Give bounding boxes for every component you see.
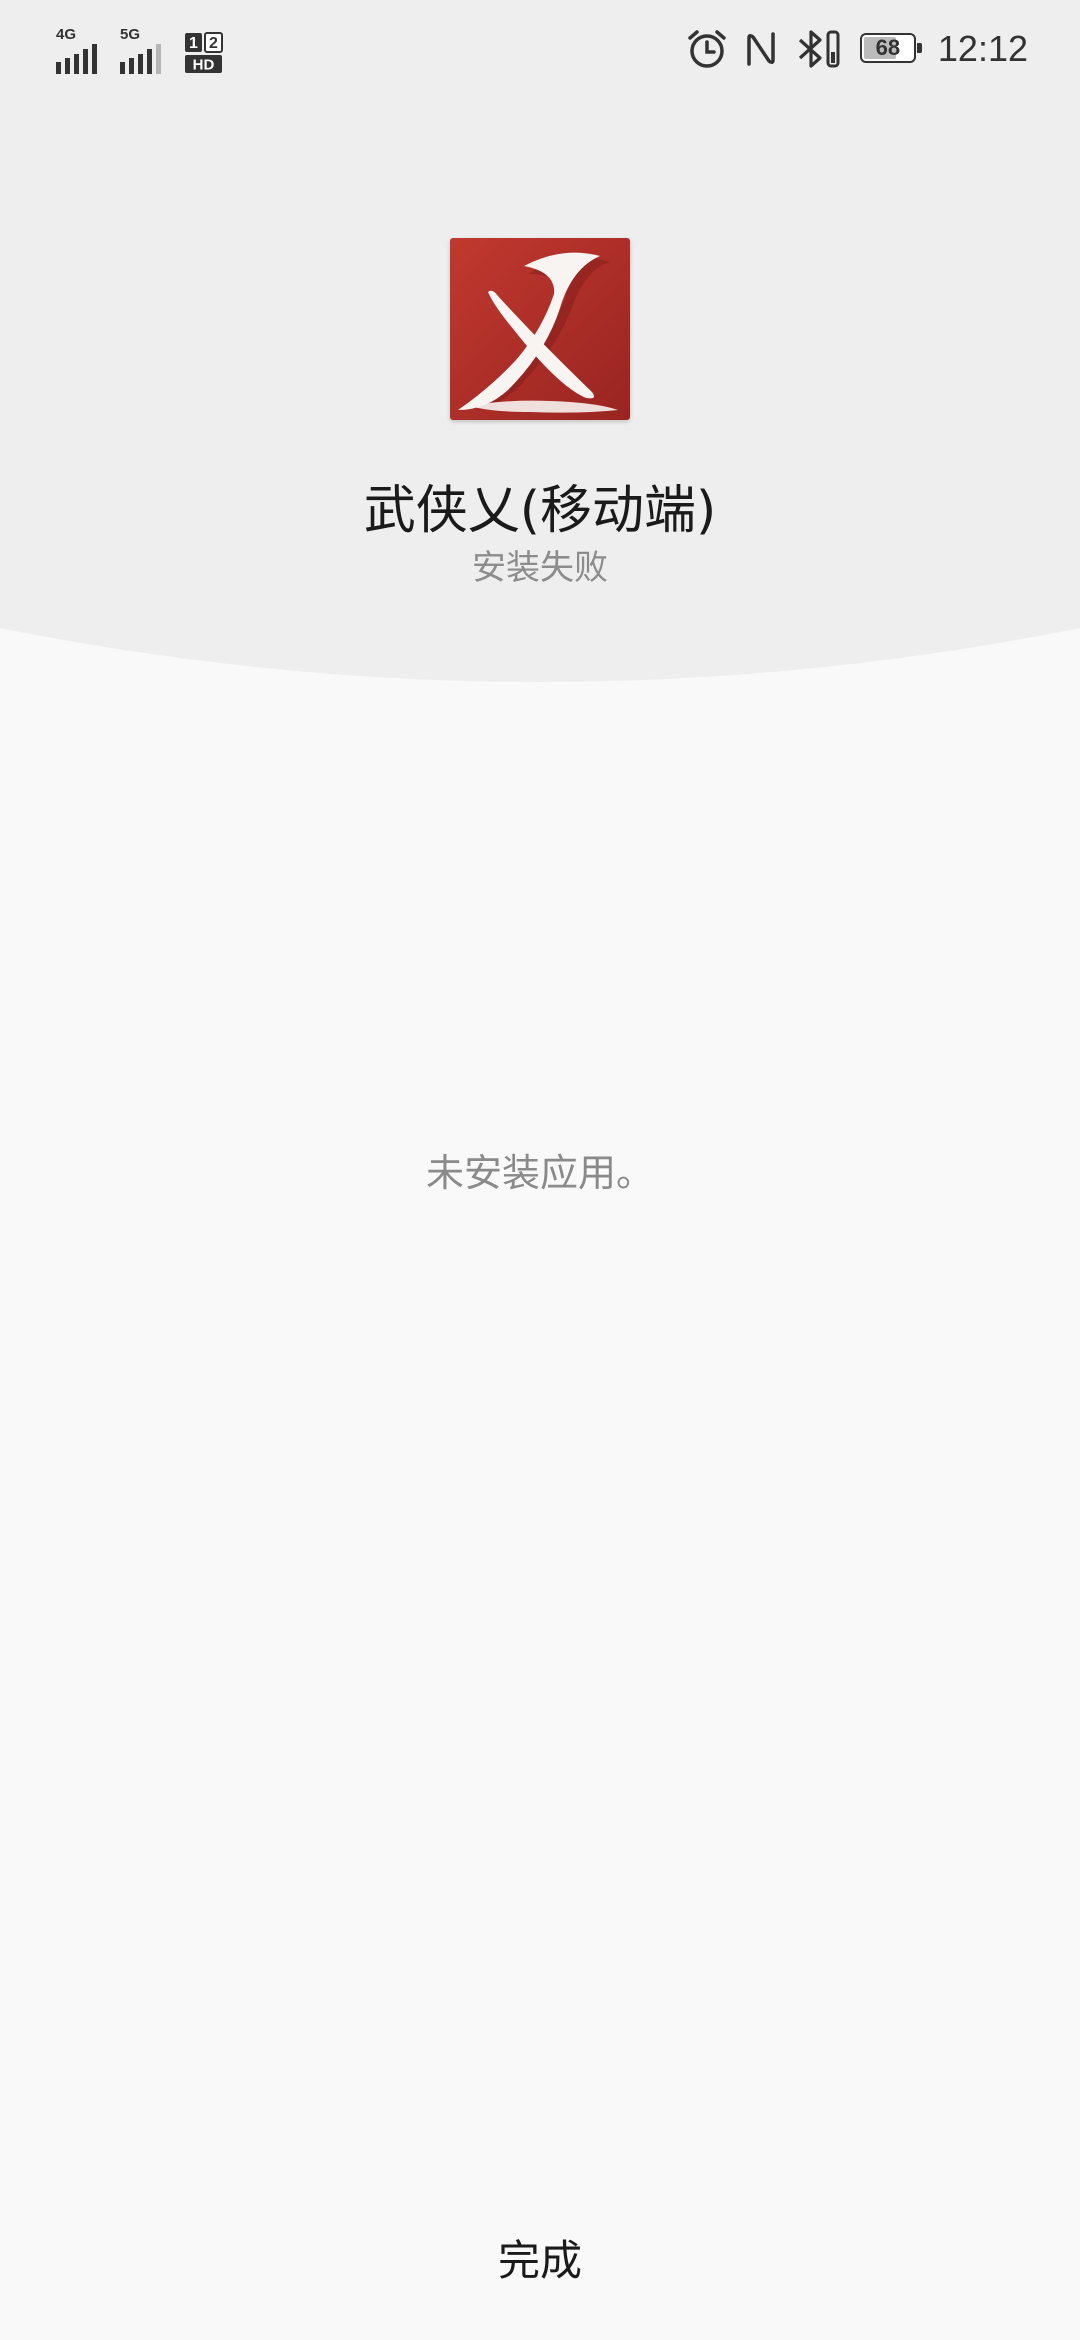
status-left: 4G 5G 1 2 HD (56, 26, 224, 74)
app-icon (450, 238, 630, 420)
clock: 12:12 (937, 28, 1028, 69)
done-button[interactable]: 完成 (340, 2210, 740, 2310)
status-right: 68 12:12 (686, 28, 1028, 70)
hd-call-icon: 1 2 HD (185, 32, 223, 74)
install-message: 未安装应用。 (425, 1151, 654, 1195)
signal-5g: 5G (120, 26, 170, 74)
battery-nub (916, 43, 922, 53)
app-name: 武侠乂(移动端) (363, 481, 717, 541)
signal-bars-icon (120, 44, 161, 74)
battery-level: 68 (875, 35, 901, 60)
battery-indicator: 68 (859, 33, 922, 65)
network-type-label: 5G (120, 26, 141, 43)
hd-label: HD (193, 57, 215, 74)
status-bar: 4G 5G 1 2 HD 68 12:12 (0, 0, 1080, 110)
app-logo-icon (450, 238, 630, 420)
network-type-label: 4G (56, 26, 77, 43)
signal-4g: 4G (56, 26, 106, 74)
install-status: 安装失败 (472, 548, 608, 588)
alarm-icon (688, 30, 726, 68)
signal-bars-icon (56, 44, 97, 74)
sim-1-label: 1 (189, 35, 198, 52)
nfc-icon (747, 32, 775, 66)
bluetooth-vibrate-icon (798, 30, 840, 68)
sim-2-label: 2 (209, 35, 218, 52)
